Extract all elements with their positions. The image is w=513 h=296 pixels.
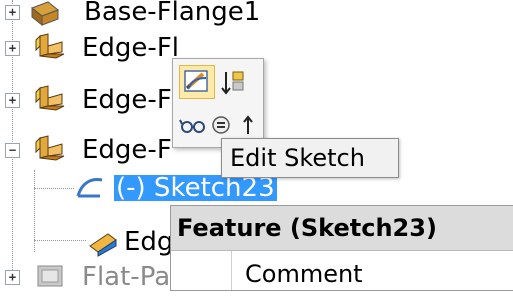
panel-divider xyxy=(231,251,232,290)
edge-flange-icon xyxy=(35,33,65,59)
context-toolbar xyxy=(172,58,264,148)
tooltip: Edit Sketch xyxy=(221,138,399,178)
comment-field-label[interactable]: Comment xyxy=(245,260,363,288)
collapse-icon[interactable]: − xyxy=(5,143,20,158)
edge-flange-icon xyxy=(35,135,65,161)
arrow-up-icon xyxy=(243,115,253,134)
edge-flange-icon xyxy=(35,85,65,111)
tree-item-label: Flat-Pa xyxy=(82,262,171,292)
tree-connector xyxy=(34,188,74,189)
expand-icon[interactable]: + xyxy=(5,93,20,108)
glasses-icon xyxy=(179,119,205,133)
tree-item-label: (-) Sketch23 xyxy=(114,173,277,203)
sketch-icon xyxy=(76,178,103,198)
view-button[interactable] xyxy=(177,111,209,139)
edit-sketch-button[interactable] xyxy=(179,65,215,99)
property-panel: Feature (Sketch23) Comment xyxy=(170,205,513,291)
expand-icon[interactable]: + xyxy=(5,41,20,56)
panel-title: Feature (Sketch23) xyxy=(171,206,513,251)
base-flange-icon xyxy=(31,1,59,27)
parent-button[interactable] xyxy=(235,111,261,139)
edge-feature-icon xyxy=(89,233,117,257)
tree-item-label: Base-Flange1 xyxy=(84,0,261,27)
expand-icon[interactable]: + xyxy=(5,5,20,20)
expand-icon[interactable]: + xyxy=(5,270,20,285)
equation-icon xyxy=(212,116,230,134)
tree-connector xyxy=(34,240,86,241)
tree-item-label: Edge-F xyxy=(82,135,172,165)
equation-button[interactable] xyxy=(207,111,235,139)
tree-item-label: Edge-Fl xyxy=(82,33,179,63)
edit-sketch-icon xyxy=(184,70,208,92)
tree-item-label: Edg xyxy=(124,227,174,257)
tree-item-label: Edge-F xyxy=(82,85,172,115)
sort-button[interactable] xyxy=(217,65,251,99)
sort-icon xyxy=(221,71,244,95)
flat-pattern-icon xyxy=(37,265,63,287)
